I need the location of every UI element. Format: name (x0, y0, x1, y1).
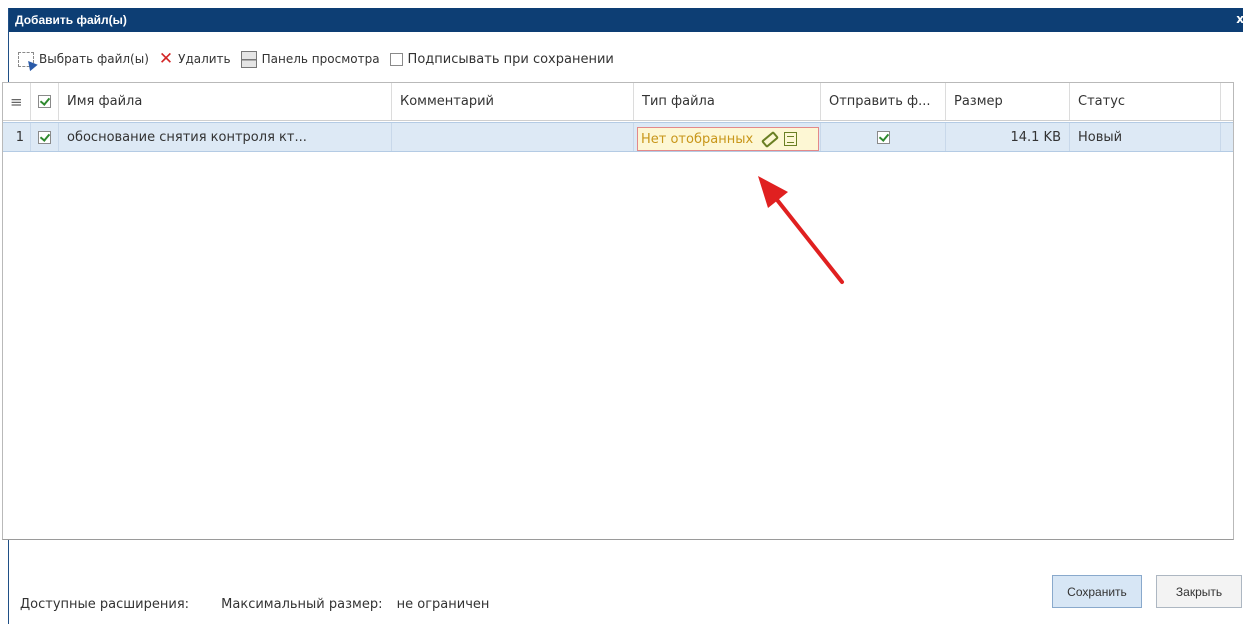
row-status: Новый (1070, 123, 1221, 151)
preview-panel-label: Панель просмотра (261, 52, 380, 66)
select-all-checkbox[interactable] (38, 95, 51, 108)
file-type-editor[interactable]: Нет отобранных (637, 127, 819, 151)
header-file-name[interactable]: Имя файла (59, 83, 392, 120)
sign-on-save-toggle[interactable]: Подписывать при сохранении (389, 51, 614, 67)
select-files-icon (18, 51, 34, 67)
sign-on-save-label: Подписывать при сохранении (407, 51, 614, 67)
preview-panel-button[interactable]: Панель просмотра (240, 50, 380, 68)
max-size-label: Максимальный размер: (221, 597, 383, 612)
select-files-button[interactable]: Выбрать файл(ы) (18, 51, 149, 67)
annotation-arrow (758, 176, 844, 284)
toolbar: Выбрать файл(ы) ✕ Удалить Панель просмот… (18, 49, 624, 69)
row-checkbox[interactable] (38, 130, 51, 144)
row-file-name[interactable]: обоснование снятия контроля кт... (59, 123, 392, 151)
table-row[interactable]: 1 обоснование снятия контроля кт... Нет … (3, 122, 1233, 152)
header-select-all[interactable] (31, 83, 59, 120)
preview-panel-icon (240, 50, 257, 68)
select-files-label: Выбрать файл(ы) (39, 52, 149, 66)
delete-label: Удалить (178, 52, 231, 66)
save-button[interactable]: Сохранить (1052, 575, 1142, 608)
column-menu[interactable]: ≡ (3, 83, 31, 120)
grid-header: ≡ Имя файла Комментарий Тип файла Отправ… (3, 83, 1233, 121)
close-button[interactable]: Закрыть (1156, 575, 1242, 608)
row-file-type[interactable]: Нет отобранных (634, 123, 821, 151)
header-send[interactable]: Отправить ф... (821, 83, 946, 120)
row-select[interactable] (31, 123, 59, 151)
eraser-icon[interactable] (761, 130, 780, 148)
row-size: 14.1 KB (946, 123, 1070, 151)
row-comment[interactable] (392, 123, 634, 151)
files-grid: ≡ Имя файла Комментарий Тип файла Отправ… (2, 82, 1234, 540)
delete-x-icon: ✕ (158, 49, 174, 69)
row-send[interactable] (821, 123, 946, 151)
max-size-value: не ограничен (396, 597, 490, 612)
menu-icon: ≡ (10, 92, 23, 111)
row-number: 1 (3, 123, 31, 151)
arrow-head (758, 176, 788, 208)
sign-on-save-checkbox[interactable] (389, 52, 403, 66)
title-bar: Добавить файл(ы) x (9, 8, 1243, 32)
lookup-icon[interactable] (784, 132, 798, 146)
send-checkbox[interactable] (876, 130, 890, 144)
header-comment[interactable]: Комментарий (392, 83, 634, 120)
delete-button[interactable]: ✕ Удалить (158, 49, 231, 69)
header-status[interactable]: Статус (1070, 83, 1221, 120)
header-size[interactable]: Размер (946, 83, 1070, 120)
extensions-label: Доступные расширения: (20, 597, 190, 612)
header-file-type[interactable]: Тип файла (634, 83, 821, 120)
arrow-shaft (772, 194, 844, 284)
footer-info: Доступные расширения: Максимальный разме… (20, 597, 489, 612)
close-icon[interactable]: x (1236, 12, 1243, 26)
dialog-title: Добавить файл(ы) (15, 13, 127, 27)
file-type-value: Нет отобранных (641, 131, 754, 147)
